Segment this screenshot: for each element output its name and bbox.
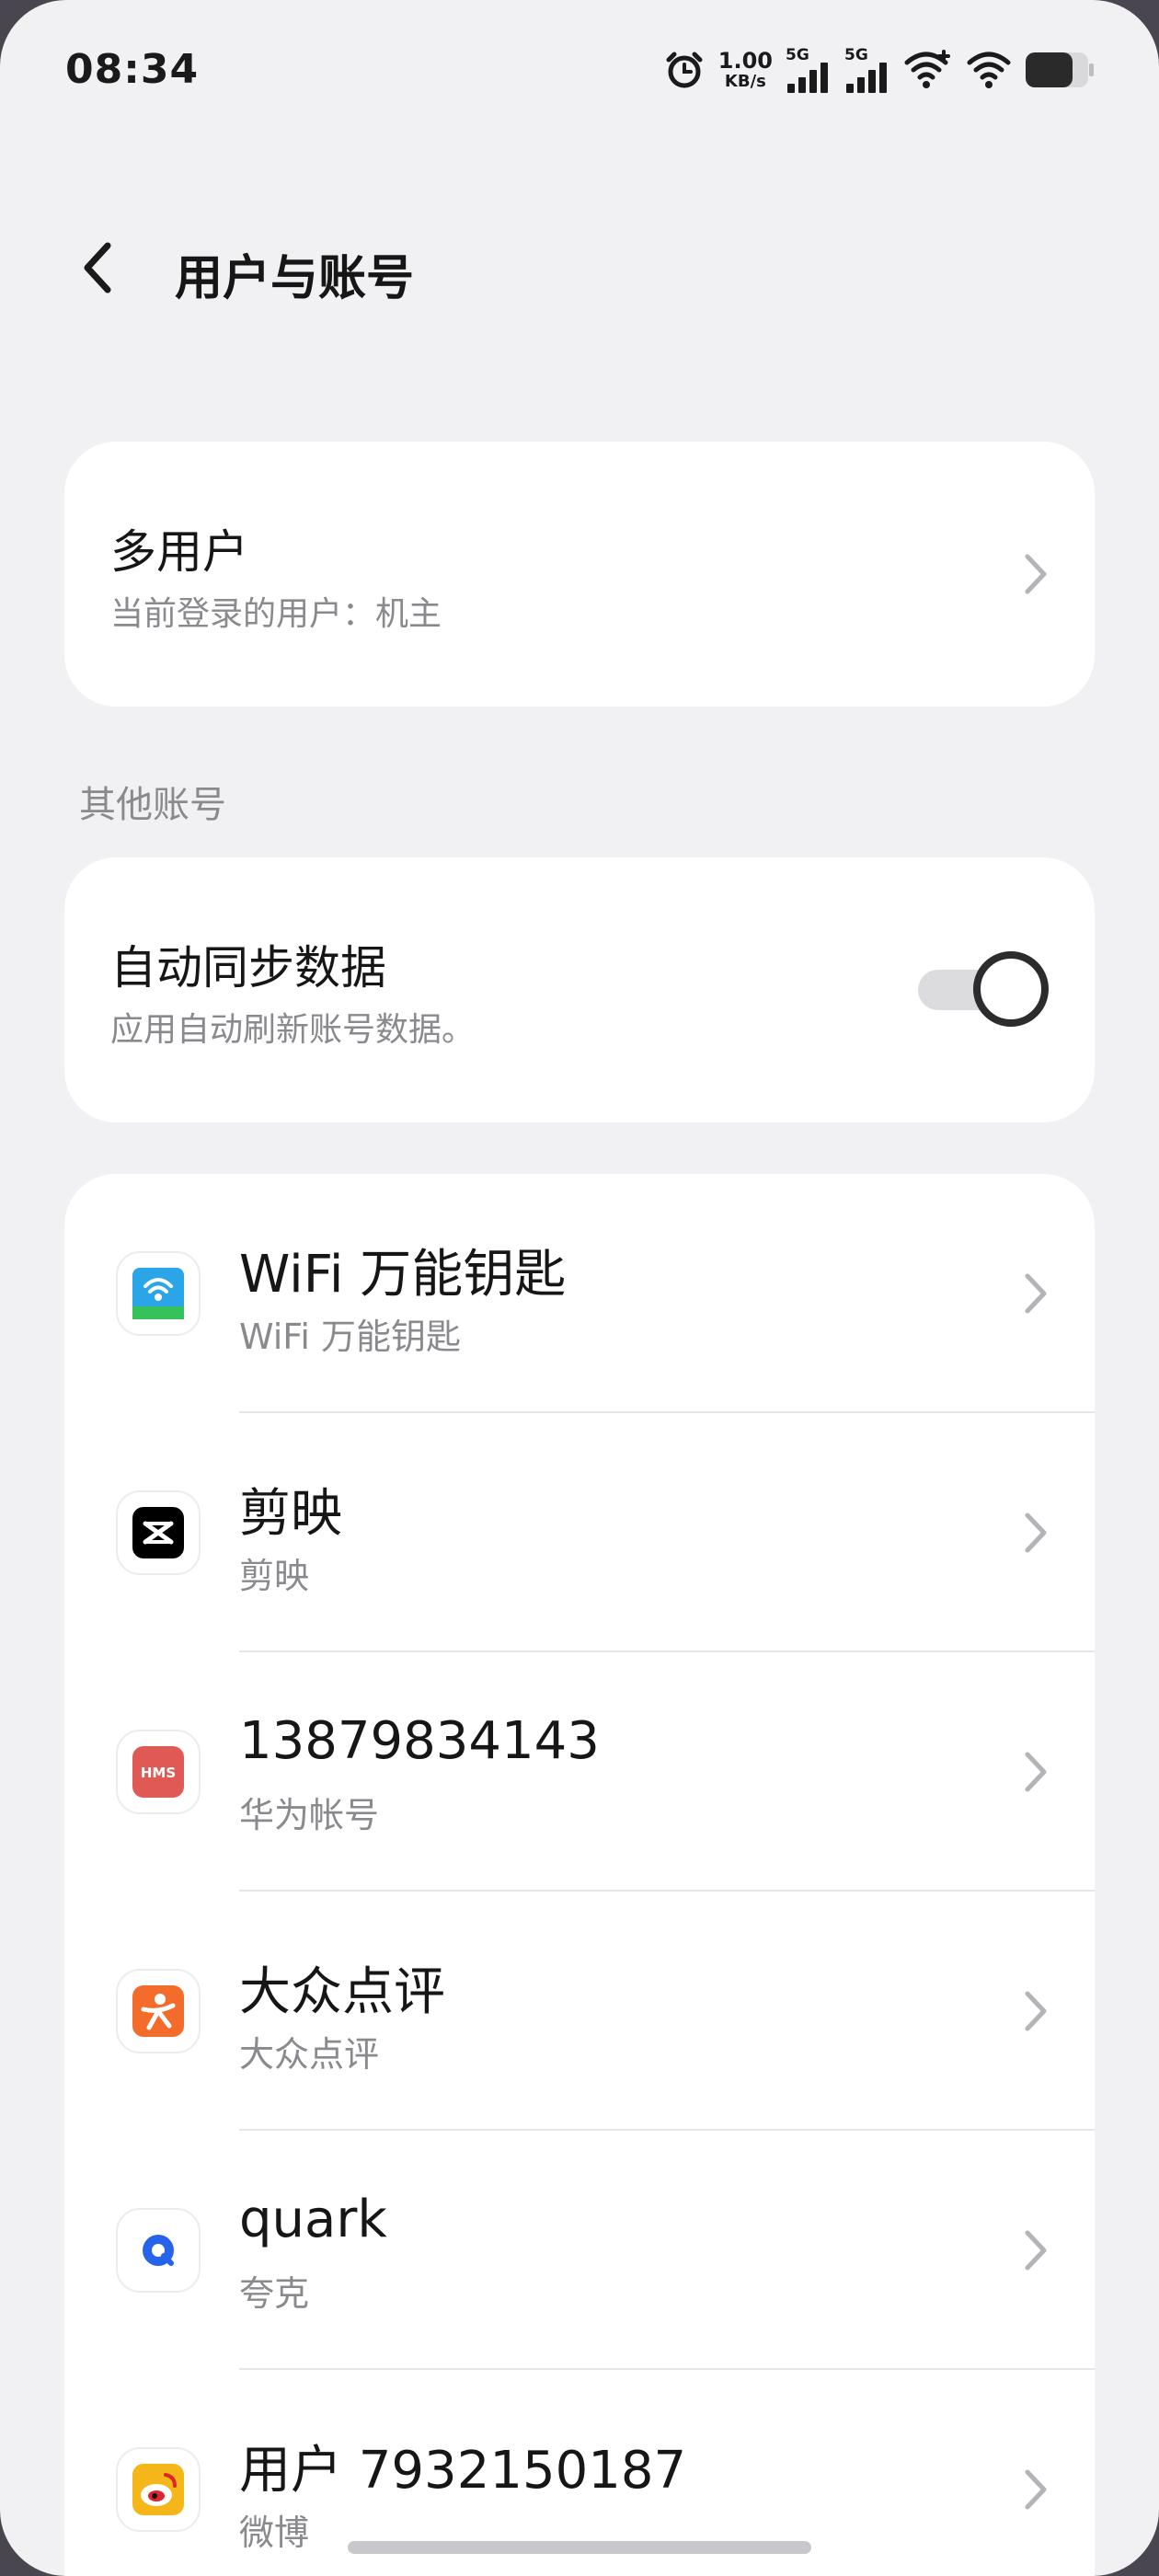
chevron-right-icon — [1017, 2462, 1054, 2517]
sim1-signal: 5G — [786, 47, 832, 93]
network-speed-value: 1.00 — [717, 48, 773, 74]
status-icons: 1.00 KB/s 5G 5G — [663, 42, 1095, 98]
page-header: 用户与账号 — [0, 212, 1159, 322]
account-provider: 夸克 — [239, 2273, 310, 2314]
account-row-huawei[interactable]: HMS 13879834143 华为帐号 — [64, 1652, 1095, 1892]
accounts-list-card: WiFi 万能钥匙 WiFi 万能钥匙 剪映 剪映 HMS 1387983414… — [64, 1174, 1095, 2576]
home-indicator[interactable] — [348, 2541, 811, 2554]
account-name: 大众点评 — [239, 1962, 445, 2022]
toggle-knob — [973, 951, 1049, 1027]
account-name: 13879834143 — [239, 1711, 600, 1771]
account-name: quark — [239, 2190, 387, 2249]
chevron-right-icon — [1017, 2223, 1054, 2278]
account-provider: 微博 — [239, 2513, 310, 2553]
weibo-app-icon — [118, 2449, 199, 2530]
hms-app-icon: HMS — [118, 1731, 199, 1812]
account-name: 用户 7932150187 — [239, 2441, 687, 2501]
account-name: 剪映 — [239, 1484, 342, 1544]
multi-user-subtitle: 当前登录的用户：机主 — [110, 595, 442, 633]
status-time: 08:34 — [65, 46, 200, 93]
wifi-icon — [966, 50, 1012, 90]
battery-icon — [1025, 52, 1095, 88]
chevron-right-icon — [1017, 546, 1054, 602]
account-provider: 华为帐号 — [239, 1795, 380, 1835]
back-arrow-icon — [84, 242, 111, 293]
other-accounts-section-label: 其他账号 — [79, 784, 226, 826]
account-provider: 剪映 — [239, 1556, 310, 1596]
network-speed-unit: KB/s — [724, 72, 766, 91]
multi-user-title: 多用户 — [110, 525, 248, 579]
hms-icon-text: HMS — [141, 1765, 176, 1781]
account-row-capcut[interactable]: 剪映 剪映 — [64, 1413, 1095, 1652]
signal-bars-icon — [787, 62, 828, 93]
chevron-right-icon — [1017, 1266, 1054, 1321]
auto-sync-subtitle: 应用自动刷新账号数据。 — [110, 1011, 476, 1049]
capcut-app-icon — [118, 1492, 199, 1573]
account-row-wifi-key[interactable]: WiFi 万能钥匙 WiFi 万能钥匙 — [64, 1174, 1095, 1413]
account-provider: 大众点评 — [239, 2034, 380, 2075]
wifi-key-app-icon — [118, 1253, 199, 1334]
auto-sync-title: 自动同步数据 — [110, 941, 386, 995]
signal-bars-icon — [846, 62, 887, 93]
dianping-app-icon — [118, 1971, 199, 2052]
sim2-signal: 5G — [844, 47, 890, 93]
quark-app-icon — [118, 2210, 199, 2291]
back-button[interactable] — [64, 236, 129, 300]
wifi-plus-icon — [903, 50, 953, 90]
alarm-icon — [663, 49, 706, 91]
settings-screen: 08:34 1.00 KB/s 5G 5G 用户与账号 多用户 当前登录的用户：… — [0, 0, 1159, 2576]
multi-user-card[interactable]: 多用户 当前登录的用户：机主 — [64, 442, 1095, 707]
status-bar: 08:34 1.00 KB/s 5G 5G — [0, 0, 1159, 138]
chevron-right-icon — [1017, 1984, 1054, 2039]
network-speed: 1.00 KB/s — [718, 50, 773, 90]
account-row-dianping[interactable]: 大众点评 大众点评 — [64, 1892, 1095, 2131]
account-row-quark[interactable]: quark 夸克 — [64, 2131, 1095, 2370]
chevron-right-icon — [1017, 1505, 1054, 1560]
chevron-right-icon — [1017, 1744, 1054, 1800]
auto-sync-card: 自动同步数据 应用自动刷新账号数据。 — [64, 857, 1095, 1122]
auto-sync-toggle[interactable] — [918, 951, 1049, 1027]
account-name: WiFi 万能钥匙 — [239, 1245, 567, 1305]
account-provider: WiFi 万能钥匙 — [239, 1317, 462, 1357]
page-title: 用户与账号 — [175, 251, 415, 306]
